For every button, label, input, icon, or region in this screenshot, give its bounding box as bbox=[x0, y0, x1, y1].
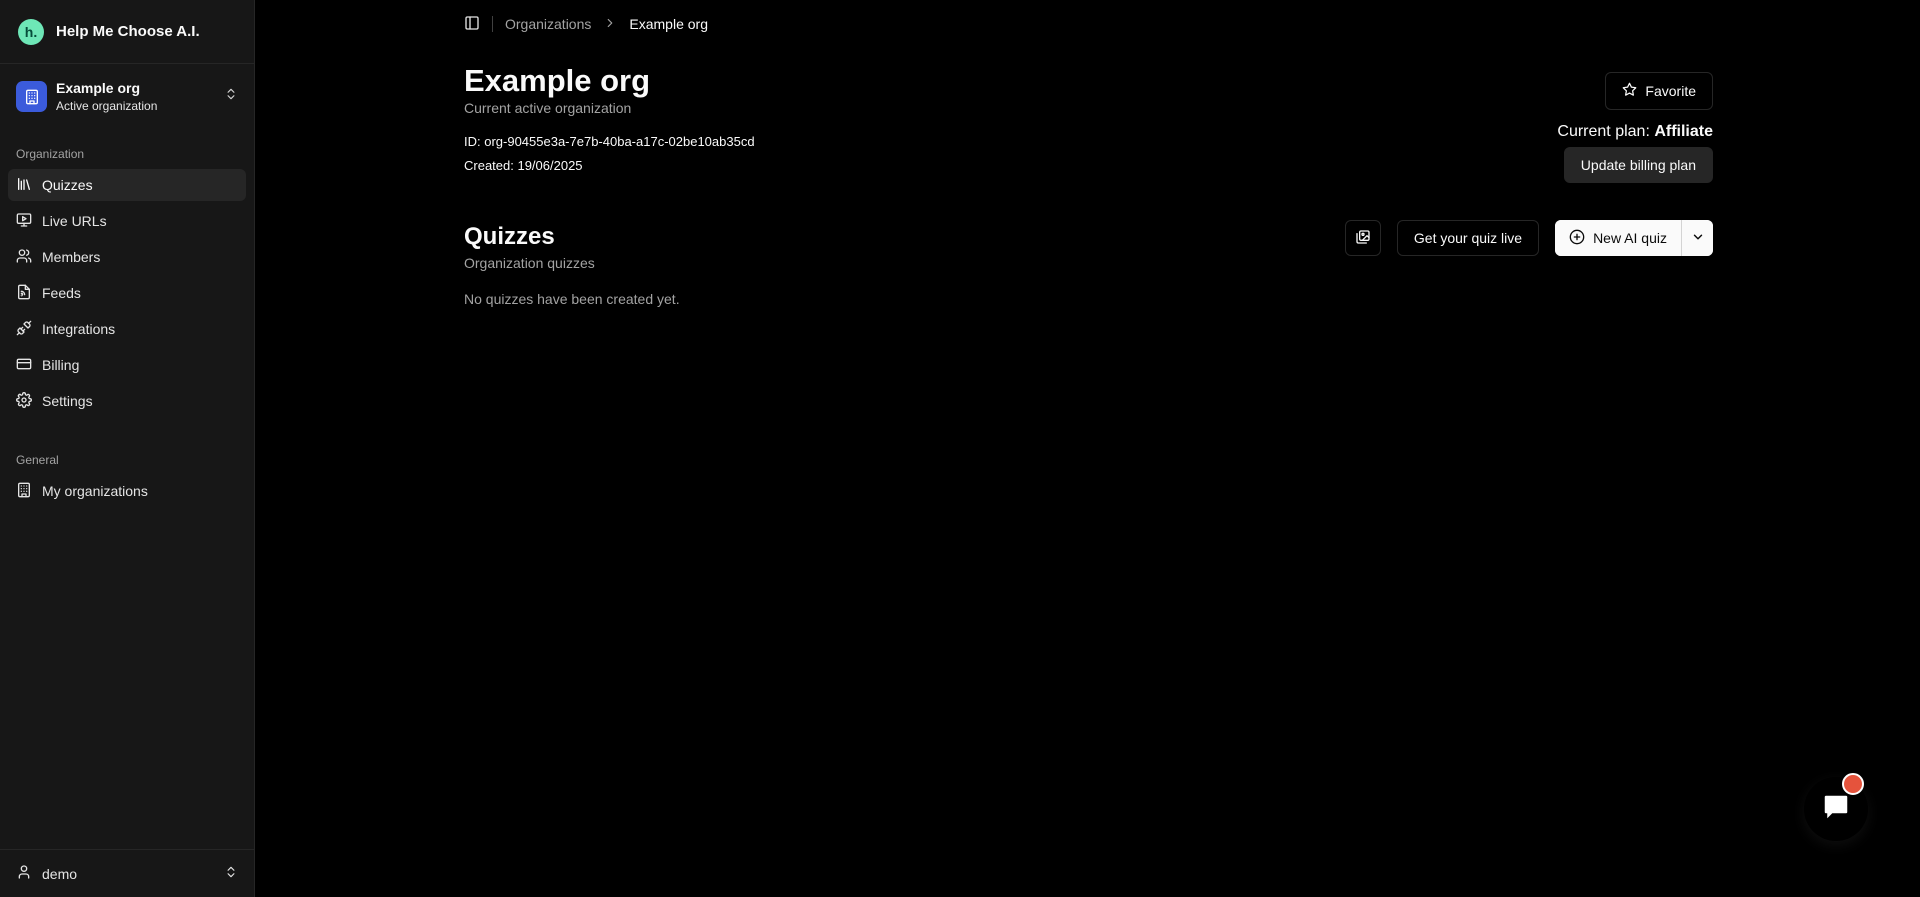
gear-icon bbox=[16, 391, 32, 411]
plus-circle-icon bbox=[1569, 229, 1585, 248]
org-switcher-subtitle: Active organization bbox=[56, 99, 158, 113]
org-info: Example org Current active organization … bbox=[464, 64, 755, 183]
new-ai-quiz-label: New AI quiz bbox=[1593, 230, 1667, 246]
brand-name: Help Me Choose A.I. bbox=[56, 23, 200, 40]
user-name: demo bbox=[42, 865, 78, 882]
sidebar: h. Help Me Choose A.I. Example org Activ… bbox=[0, 0, 255, 897]
sidebar-item-live-urls[interactable]: Live URLs bbox=[8, 205, 246, 237]
new-quiz-dropdown-button[interactable] bbox=[1681, 220, 1713, 256]
sidebar-item-members[interactable]: Members bbox=[8, 241, 246, 273]
sidebar-item-label: Members bbox=[42, 249, 101, 265]
chevron-right-icon bbox=[603, 16, 617, 33]
star-icon bbox=[1622, 82, 1637, 100]
app-root: h. Help Me Choose A.I. Example org Activ… bbox=[0, 0, 1920, 897]
sidebar-item-label: Feeds bbox=[42, 285, 81, 301]
sidebar-item-my-organizations[interactable]: My organizations bbox=[8, 475, 246, 507]
breadcrumb: Organizations Example org bbox=[464, 0, 1713, 48]
current-plan: Current plan: Affiliate bbox=[1557, 123, 1713, 141]
quizzes-title: Quizzes bbox=[464, 223, 555, 250]
org-switcher-name: Example org bbox=[56, 80, 141, 96]
sidebar-item-label: Quizzes bbox=[42, 177, 93, 193]
building-icon bbox=[16, 81, 47, 112]
sidebar-item-label: Billing bbox=[42, 357, 80, 373]
page-title: Example org bbox=[464, 63, 651, 98]
sidebar-item-feeds[interactable]: Feeds bbox=[8, 277, 246, 309]
org-id: ID: org-90455e3a-7e7b-40ba-a17c-02be10ab… bbox=[464, 134, 755, 149]
chevrons-up-down-icon bbox=[224, 865, 238, 882]
plan-name: Affiliate bbox=[1654, 123, 1713, 140]
user-icon bbox=[16, 864, 32, 883]
quizzes-empty-state: No quizzes have been created yet. bbox=[464, 291, 680, 307]
sidebar-item-label: Live URLs bbox=[42, 213, 107, 229]
new-ai-quiz-button[interactable]: New AI quiz bbox=[1555, 220, 1681, 256]
credit-card-icon bbox=[16, 356, 32, 375]
favorite-button[interactable]: Favorite bbox=[1605, 72, 1713, 110]
update-billing-button[interactable]: Update billing plan bbox=[1563, 147, 1713, 183]
gallery-button[interactable] bbox=[1344, 220, 1381, 256]
chat-widget[interactable] bbox=[1804, 773, 1868, 841]
users-icon bbox=[16, 248, 32, 267]
rss-file-icon bbox=[16, 284, 32, 303]
breadcrumb-organizations-link[interactable]: Organizations bbox=[505, 16, 591, 32]
sidebar-item-billing[interactable]: Billing bbox=[8, 349, 246, 381]
page-subtitle: Current active organization bbox=[464, 100, 632, 116]
quizzes-subtitle: Organization quizzes bbox=[464, 255, 595, 271]
sidebar-toggle-icon[interactable] bbox=[464, 15, 480, 34]
sidebar-item-label: Settings bbox=[42, 393, 93, 409]
library-icon bbox=[16, 176, 32, 195]
org-switcher[interactable]: Example org Active organization bbox=[0, 63, 254, 133]
favorite-label: Favorite bbox=[1645, 83, 1696, 99]
sidebar-general-nav: My organizations bbox=[0, 475, 254, 507]
org-header: Example org Current active organization … bbox=[464, 64, 1713, 183]
section-label-organization: Organization bbox=[16, 147, 85, 161]
quizzes-heading: Quizzes Organization quizzes bbox=[464, 223, 595, 271]
sidebar-item-label: My organizations bbox=[42, 483, 148, 499]
chevron-down-icon bbox=[1691, 230, 1705, 247]
org-meta: ID: org-90455e3a-7e7b-40ba-a17c-02be10ab… bbox=[464, 130, 755, 178]
get-quiz-live-button[interactable]: Get your quiz live bbox=[1396, 220, 1540, 256]
org-created: Created: 19/06/2025 bbox=[464, 158, 583, 173]
breadcrumb-current: Example org bbox=[629, 16, 708, 32]
chat-notification-badge bbox=[1842, 773, 1864, 795]
building-icon bbox=[16, 482, 32, 501]
sidebar-item-integrations[interactable]: Integrations bbox=[8, 313, 246, 345]
user-menu[interactable]: demo bbox=[0, 849, 254, 897]
plan-prefix: Current plan: bbox=[1557, 123, 1655, 140]
org-switcher-text: Example org Active organization bbox=[56, 80, 215, 113]
brand[interactable]: h. Help Me Choose A.I. bbox=[0, 0, 254, 63]
plug-icon bbox=[16, 320, 32, 339]
sidebar-item-settings[interactable]: Settings bbox=[8, 385, 246, 417]
breadcrumb-divider bbox=[492, 16, 493, 32]
quizzes-header: Quizzes Organization quizzes Get your qu… bbox=[464, 220, 1713, 271]
content: Organizations Example org Example org Cu… bbox=[464, 0, 1713, 307]
monitor-play-icon bbox=[16, 212, 32, 231]
chevrons-up-down-icon bbox=[224, 87, 238, 106]
org-actions: Favorite Current plan: Affiliate Update … bbox=[1557, 64, 1713, 183]
sidebar-item-quizzes[interactable]: Quizzes bbox=[8, 169, 246, 201]
images-icon bbox=[1355, 229, 1371, 248]
new-ai-quiz-split-button: New AI quiz bbox=[1555, 220, 1713, 256]
sidebar-item-label: Integrations bbox=[42, 321, 116, 337]
sidebar-nav: Quizzes Live URLs Members Feeds Integrat… bbox=[0, 169, 254, 417]
brand-logo: h. bbox=[18, 18, 44, 45]
section-label-general: General bbox=[16, 453, 59, 467]
main-area: Organizations Example org Example org Cu… bbox=[255, 0, 1920, 897]
chat-bubble-icon bbox=[1821, 792, 1851, 827]
quizzes-actions: Get your quiz live New AI quiz bbox=[1344, 220, 1713, 256]
